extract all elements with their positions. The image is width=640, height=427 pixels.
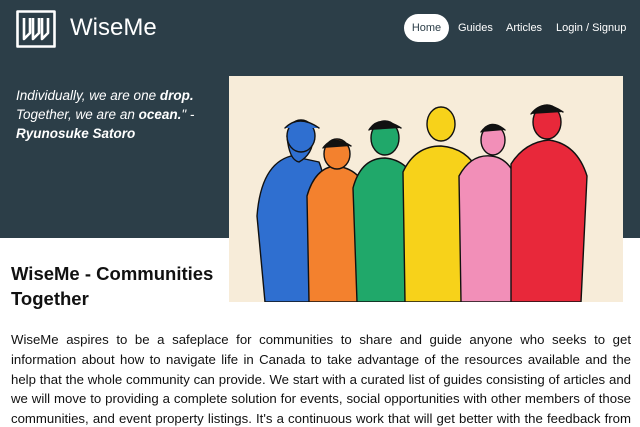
nav-login-signup[interactable]: Login / Signup bbox=[556, 14, 626, 42]
wiseme-logo[interactable] bbox=[16, 10, 56, 48]
page-title: WiseMe - Communities Together bbox=[11, 263, 214, 309]
nav-guides[interactable]: Guides bbox=[458, 14, 493, 42]
hero-quote: Individually, we are one drop. Together,… bbox=[16, 88, 195, 141]
quote-author: Ryunosuke Satoro bbox=[16, 126, 136, 141]
nav-home[interactable]: Home bbox=[404, 14, 449, 42]
community-illustration bbox=[229, 76, 623, 302]
nav-articles[interactable]: Articles bbox=[506, 14, 542, 42]
brand-name[interactable]: WiseMe bbox=[70, 13, 157, 43]
intro-paragraph: WiseMe aspires to be a safeplace for com… bbox=[11, 332, 631, 427]
